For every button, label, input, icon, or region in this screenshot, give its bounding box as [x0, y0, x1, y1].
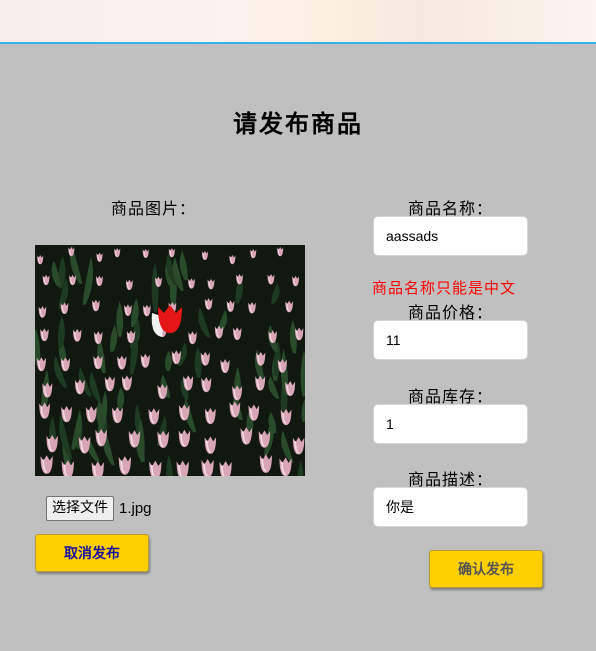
page-title: 请发布商品: [233, 109, 363, 138]
product-name-error: 商品名称只能是中文: [372, 279, 517, 297]
choose-file-button[interactable]: 选择文件: [46, 496, 114, 521]
tulip-photo: [35, 245, 305, 476]
product-price-input[interactable]: 11: [373, 320, 528, 360]
cancel-publish-button[interactable]: 取消发布: [35, 534, 149, 572]
file-upload: 选择文件 1.jpg: [46, 496, 152, 521]
product-name-input[interactable]: aassads: [373, 216, 528, 256]
product-image-label: 商品图片：: [111, 199, 197, 218]
top-banner: [0, 0, 596, 44]
product-stock-input[interactable]: 1: [373, 404, 528, 444]
confirm-publish-button[interactable]: 确认发布: [429, 550, 543, 588]
selected-file-name: 1.jpg: [119, 500, 152, 517]
product-description-input[interactable]: 你是: [373, 487, 528, 527]
product-image-preview: [35, 245, 305, 476]
